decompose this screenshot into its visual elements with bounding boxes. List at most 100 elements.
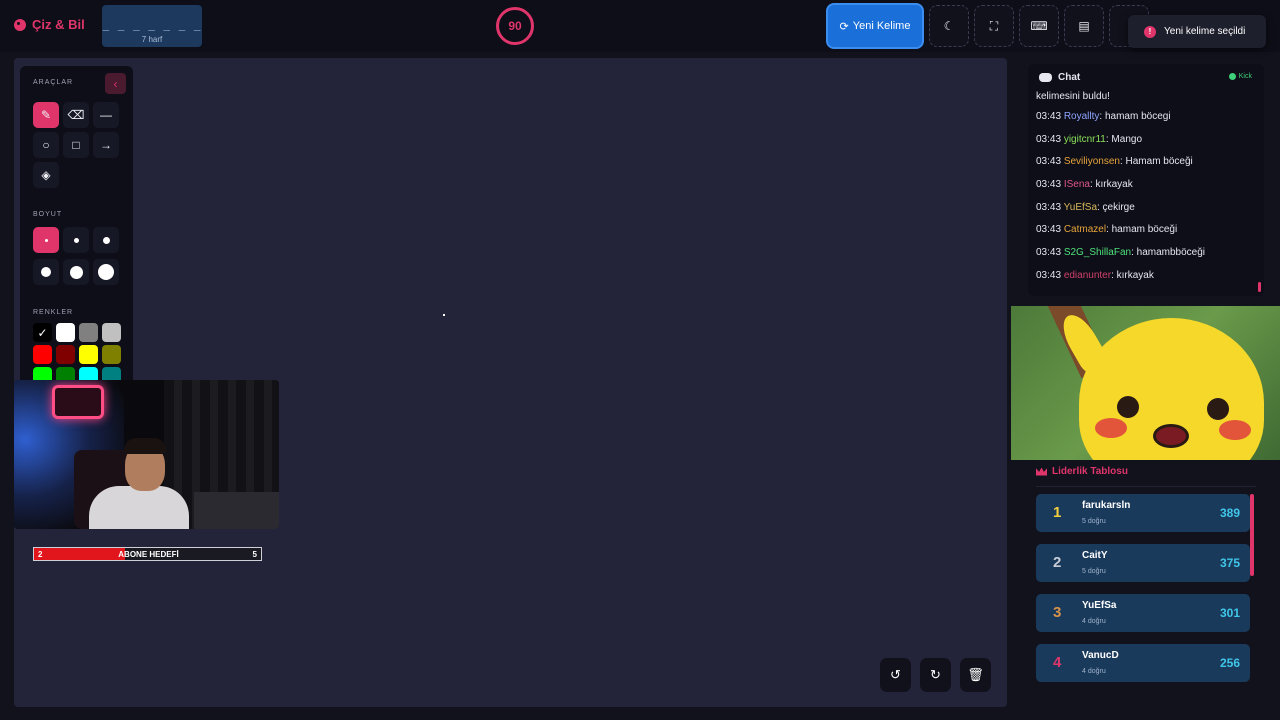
canvas-stroke [443,314,445,316]
player-name: CaitY [1082,550,1108,561]
square-tool[interactable]: □ [63,132,89,158]
size-option-3[interactable] [93,227,119,253]
message-text: : hamambböceği [1131,247,1206,259]
message-user[interactable]: Royallty [1064,111,1100,122]
brush-tool[interactable]: ✎ [33,102,59,128]
leaderboard-row[interactable]: 3 YuEfSa 4 doğru 301 [1036,594,1250,632]
tool-panel: ARAÇLAR ‹ ✎ ⌫ — ○ □ → ◈ BOYUT RENKLER ✓ [20,66,133,386]
archive-button[interactable]: ▤ [1064,5,1104,47]
size-option-6[interactable] [93,259,119,285]
size-section-label: BOYUT [33,211,63,218]
message-user[interactable]: Seviliyonsen [1064,156,1120,167]
crown-icon [1036,467,1047,476]
notification-toast: ! Yeni kelime seçildi [1128,15,1266,48]
eraser-icon: ⌫ [67,108,85,122]
undo-icon: ↺ [890,667,901,682]
message-user[interactable]: YuEfSa [1064,202,1097,213]
reaction-image [1011,306,1280,460]
new-word-button[interactable]: ⟳ Yeni Kelime [826,3,924,49]
leaderboard-row[interactable]: 4 VanucD 4 doğru 256 [1036,644,1250,682]
new-word-label: Yeni Kelime [852,20,911,32]
subscriber-goal-bar: 2 ABONE HEDEFİ 5 [33,547,262,561]
moon-icon: ☾ [943,19,955,33]
message-user[interactable]: edianunter [1064,270,1111,281]
message-user[interactable]: Catmazel [1064,224,1106,235]
player-correct-count: 5 doğru [1082,518,1106,525]
chat-header: Chat [1039,72,1080,83]
color-swatch[interactable] [56,345,75,364]
tools-section-label: ARAÇLAR [33,79,74,86]
line-tool[interactable]: — [93,102,119,128]
refresh-icon: ⟳ [839,20,849,33]
message-time: 03:43 [1036,224,1062,236]
color-swatch[interactable]: ✓ [33,323,52,342]
player-score: 375 [1219,556,1240,570]
color-swatch[interactable] [79,345,98,364]
toast-message: Yeni kelime seçildi [1164,26,1246,37]
collapse-panel-button[interactable]: ‹ [105,73,126,94]
chat-message: 03:43 YuEfSa: çekirge [1036,202,1254,225]
platform-status: Kick [1228,73,1252,80]
player-correct-count: 5 doğru [1082,568,1106,575]
chat-message: 03:43 Royallty: hamam böcegi [1036,111,1254,134]
message-time: 03:43 [1036,111,1062,122]
color-swatch[interactable] [79,323,98,342]
size-option-2[interactable] [63,227,89,253]
circle-tool[interactable]: ○ [33,132,59,158]
arrow-icon: → [100,138,112,152]
player-score: 256 [1219,656,1240,670]
size-option-5[interactable] [63,259,89,285]
online-dot-icon [1228,73,1236,80]
word-hint-box: _ _ _ _ _ _ _ 7 harf [102,5,202,47]
leaderboard-scrollbar[interactable] [1250,494,1254,576]
message-text: : Mango [1105,133,1143,145]
message-time: 03:43 [1036,201,1062,213]
size-option-1[interactable] [33,227,59,253]
platform-name: Kick [1238,73,1252,80]
size-option-4[interactable] [33,259,59,285]
redo-button[interactable]: ↻ [920,658,951,692]
fullscreen-icon: ⛶ [989,18,999,33]
message-time: 03:43 [1036,247,1062,259]
color-swatch[interactable] [102,345,121,364]
leaderboard-row[interactable]: 1 farukarsln 5 doğru 389 [1036,494,1250,532]
chat-panel: Chat Kick kelimesini buldu! 03:43 Royall… [1028,64,1264,296]
dark-mode-button[interactable]: ☾ [929,5,969,47]
player-correct-count: 4 doğru [1082,618,1106,625]
message-user[interactable]: S2G_ShillaFan [1064,247,1131,258]
clear-canvas-button[interactable]: 🗑 [960,658,991,692]
message-user[interactable]: yigitcnr11 [1064,134,1106,145]
keyboard-button[interactable]: ⌨ [1019,5,1059,47]
chat-message: 03:43 Catmazel: hamam böceği [1036,224,1254,247]
chat-messages[interactable]: kelimesini buldu! 03:43 Royallty: hamam … [1036,91,1254,293]
player-rank: 1 [1053,504,1062,521]
player-score: 389 [1219,506,1240,520]
chat-scrollbar[interactable] [1258,282,1261,292]
archive-icon: ▤ [1078,19,1090,33]
player-name: VanucD [1082,650,1119,661]
chat-title: Chat [1058,72,1081,83]
arrow-tool[interactable]: → [93,132,119,158]
leaderboard-row[interactable]: 2 CaitY 5 doğru 375 [1036,544,1250,582]
palette-icon [14,18,26,31]
player-rank: 4 [1053,654,1062,671]
message-time: 03:43 [1036,156,1062,168]
eraser-tool[interactable]: ⌫ [63,102,89,128]
fill-tool[interactable]: ◈ [33,162,59,188]
player-rank: 3 [1053,604,1062,621]
fullscreen-button[interactable]: ⛶ [974,5,1014,47]
chat-message: 03:43 S2G_ShillaFan: hamambböceği [1036,247,1254,270]
player-name: farukarsln [1082,500,1131,511]
chat-message: kelimesini buldu! [1036,91,1110,102]
app-title: Çiz & Bil [32,17,85,32]
color-swatch[interactable] [56,323,75,342]
color-swatch[interactable] [102,323,121,342]
chat-message: 03:43 yigitcnr11: Mango [1036,134,1254,157]
keyboard-icon: ⌨ [1030,19,1048,33]
redo-icon: ↻ [930,667,941,682]
app-logo[interactable]: Çiz & Bil [14,17,85,32]
undo-button[interactable]: ↺ [880,658,911,692]
color-swatch[interactable] [33,345,52,364]
message-time: 03:43 [1036,133,1062,145]
message-user[interactable]: ISena [1064,179,1090,190]
